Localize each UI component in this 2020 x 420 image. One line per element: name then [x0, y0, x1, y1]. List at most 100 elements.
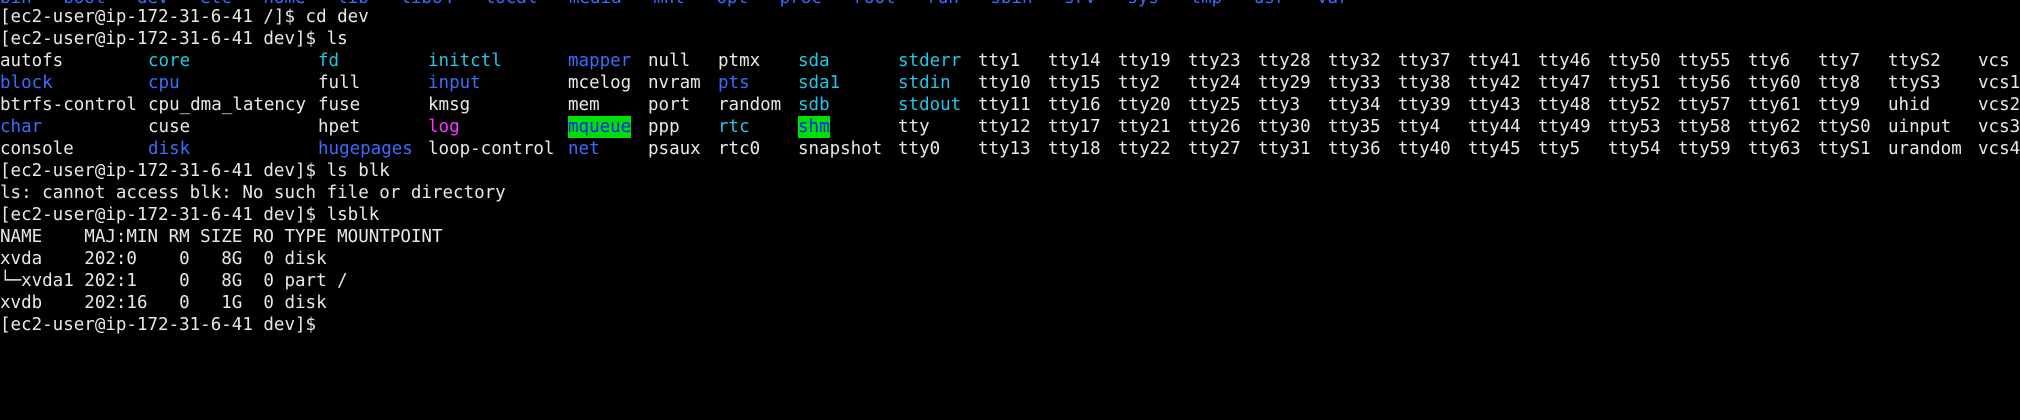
ls-entry-tty45: tty45 [1468, 139, 1521, 159]
ls-entry-ppp: ppp [648, 117, 680, 137]
ls-entry-fd: fd [318, 51, 340, 71]
ls-entry-tty28: tty28 [1258, 51, 1311, 71]
ls-entry-cpu-dma-latency: cpu_dma_latency [148, 95, 307, 115]
ls-entry-tty59: tty59 [1678, 139, 1731, 159]
ls-entry-random: random [718, 95, 782, 115]
ls-entry-mem: mem [568, 95, 600, 115]
ls-entry-tty31: tty31 [1258, 139, 1311, 159]
ls-entry-tty60: tty60 [1748, 73, 1801, 93]
ls-entry-tty11: tty11 [978, 95, 1031, 115]
ls-entry-mapper: mapper [568, 51, 632, 71]
ls-entry-autofs: autofs [0, 51, 64, 71]
lsblk-row-xvdb: xvdb 202:16 0 1G 0 disk [0, 293, 327, 313]
ls-entry-log: log [428, 117, 460, 137]
ls-entry-tty7: tty7 [1818, 51, 1861, 71]
ls-entry-tty0: tty0 [898, 139, 941, 159]
ls-entry-stdin: stdin [898, 73, 951, 93]
ls-entry-net: net [568, 139, 600, 159]
error-message: ls: cannot access blk: No such file or d… [0, 183, 506, 203]
ls-entry-tty5: tty5 [1538, 139, 1581, 159]
ls-entry-tty35: tty35 [1328, 117, 1381, 137]
ls-entry-port: port [648, 95, 691, 115]
ls-entry-tty23: tty23 [1188, 51, 1241, 71]
lsblk-row-xvda1: └─xvda1 202:1 0 8G 0 part / [0, 271, 348, 291]
ls-entry-tty15: tty15 [1048, 73, 1101, 93]
ls-entry-psaux: psaux [648, 139, 701, 159]
ls-entry-tty3: tty3 [1258, 95, 1301, 115]
ls-entry-tty48: tty48 [1538, 95, 1591, 115]
ls-entry-tty63: tty63 [1748, 139, 1801, 159]
ls-entry-tty38: tty38 [1398, 73, 1451, 93]
ls-entry-pts: pts [718, 73, 750, 93]
ls-entry-input: input [428, 73, 481, 93]
ls-entry-tty1: tty1 [978, 51, 1021, 71]
ls-entry-hpet: hpet [318, 117, 361, 137]
ls-entry-uinput: uinput [1888, 117, 1952, 137]
ls-entry-char: char [0, 117, 43, 137]
ls-entry-tty26: tty26 [1188, 117, 1241, 137]
ls-entry-tty19: tty19 [1118, 51, 1171, 71]
ls-entry-tty58: tty58 [1678, 117, 1731, 137]
ls-entry-shm: shm [798, 116, 830, 138]
ls-entry-cpu: cpu [148, 73, 180, 93]
prompt-current[interactable]: [ec2-user@ip-172-31-6-41 dev]$ [0, 314, 316, 336]
lsblk-header: NAME MAJ:MIN RM SIZE RO TYPE MOUNTPOINT [0, 227, 443, 247]
ls-entry-tty30: tty30 [1258, 117, 1311, 137]
ls-entry-ttyS0: ttyS0 [1818, 117, 1871, 137]
ls-entry-ttyS2: ttyS2 [1888, 51, 1941, 71]
ls-entry-vcs1: vcs1 [1978, 73, 2020, 93]
ls-entry-core: core [148, 51, 191, 71]
terminal-window[interactable]: bin boot dev etc home lib lib64 local me… [0, 0, 2020, 420]
ls-entry-tty49: tty49 [1538, 117, 1591, 137]
ls-entry-tty33: tty33 [1328, 73, 1381, 93]
ls-entry-hugepages: hugepages [318, 139, 413, 159]
ls-entry-tty17: tty17 [1048, 117, 1101, 137]
ls-entry-tty4: tty4 [1398, 117, 1441, 137]
ls-entry-tty13: tty13 [978, 139, 1031, 159]
ls-entry-fuse: fuse [318, 95, 361, 115]
ls-entry-tty54: tty54 [1608, 139, 1661, 159]
ls-entry-tty43: tty43 [1468, 95, 1521, 115]
prompt-lsblk: [ec2-user@ip-172-31-6-41 dev]$ lsblk [0, 205, 380, 225]
ls-entry-full: full [318, 73, 361, 93]
ls-entry-tty62: tty62 [1748, 117, 1801, 137]
ls-entry-disk: disk [148, 139, 191, 159]
ls-entry-block: block [0, 73, 53, 93]
ls-entry-rtc: rtc [718, 117, 750, 137]
ls-entry-btrfs-control: btrfs-control [0, 95, 137, 115]
ls-entry-sdb: sdb [798, 95, 830, 115]
ls-entry-tty34: tty34 [1328, 95, 1381, 115]
ls-entry-urandom: urandom [1888, 139, 1962, 159]
ls-entry-tty12: tty12 [978, 117, 1031, 137]
ls-entry-mcelog: mcelog [568, 73, 632, 93]
prompt-ls: [ec2-user@ip-172-31-6-41 dev]$ ls [0, 29, 348, 49]
ls-entry-tty: tty [898, 117, 930, 137]
ls-entry-tty22: tty22 [1118, 139, 1171, 159]
ls-entry-stdout: stdout [898, 95, 962, 115]
ls-entry-snapshot: snapshot [798, 139, 883, 159]
ls-entry-tty32: tty32 [1328, 51, 1381, 71]
ls-entry-tty18: tty18 [1048, 139, 1101, 159]
prompt-cd-dev: [ec2-user@ip-172-31-6-41 /]$ cd dev [0, 7, 369, 27]
ls-entry-tty47: tty47 [1538, 73, 1591, 93]
ls-entry-mqueue: mqueue [568, 116, 632, 138]
ls-entry-tty20: tty20 [1118, 95, 1171, 115]
ls-entry-tty50: tty50 [1608, 51, 1661, 71]
ls-entry-vcs2: vcs2 [1978, 95, 2020, 115]
ls-entry-loop-control: loop-control [428, 139, 555, 159]
ls-entry-tty10: tty10 [978, 73, 1031, 93]
ls-entry-stderr: stderr [898, 51, 962, 71]
ls-entry-tty27: tty27 [1188, 139, 1241, 159]
ls-entry-cuse: cuse [148, 117, 191, 137]
ls-entry-tty9: tty9 [1818, 95, 1861, 115]
ls-entry-tty36: tty36 [1328, 139, 1381, 159]
ls-entry-tty21: tty21 [1118, 117, 1171, 137]
ls-entry-sda1: sda1 [798, 73, 841, 93]
ls-entry-tty8: tty8 [1818, 73, 1861, 93]
ls-entry-vcs: vcs [1978, 51, 2010, 71]
ls-entry-ttyS1: ttyS1 [1818, 139, 1871, 159]
ls-entry-sda: sda [798, 51, 830, 71]
ls-entry-tty6: tty6 [1748, 51, 1791, 71]
ls-entry-tty25: tty25 [1188, 95, 1241, 115]
current-prompt-text: [ec2-user@ip-172-31-6-41 dev]$ [0, 315, 317, 335]
